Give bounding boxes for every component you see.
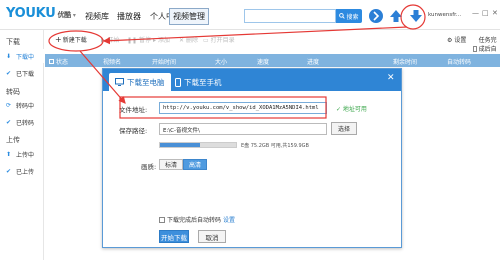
- disk-usage-fill: [160, 143, 201, 147]
- dialog-close-icon[interactable]: ✕: [387, 73, 395, 83]
- tab-label: 下载至手机: [184, 77, 222, 87]
- check-icon: ✔: [6, 118, 12, 126]
- pause-label: 暂停: [138, 37, 151, 44]
- download-icon[interactable]: [408, 8, 424, 24]
- toolbar: +新建下载 ▶ 开始 ❚❚ 暂停 ▸ 添加 ✕ 删除 ▭ 打开目录 ⚙ 设置 任…: [45, 31, 500, 62]
- close-icon[interactable]: ✕: [492, 9, 498, 17]
- tab-download-to-phone[interactable]: 下载至手机: [169, 73, 228, 91]
- delete-button[interactable]: ✕ 删除: [179, 35, 198, 44]
- tab-download-to-pc[interactable]: 下载至电脑: [109, 73, 171, 91]
- phone-icon: [175, 77, 181, 87]
- start-label: 开始: [107, 37, 120, 44]
- path-label: 保存路径:: [119, 127, 148, 135]
- new-download-dialog: 下载至电脑 下载至手机 ✕ 文件地址: http://v.youku.com/v…: [102, 68, 402, 248]
- sidebar-item-label: 已上传: [16, 168, 35, 176]
- auto-transcode-label: 下载完成后自动转码: [167, 217, 222, 224]
- column-header[interactable]: 状态: [49, 57, 68, 66]
- check-icon: ✔: [6, 167, 12, 175]
- start-button[interactable]: ▶ 开始: [101, 35, 120, 44]
- search-button[interactable]: 搜索: [336, 9, 362, 23]
- open-dir-button[interactable]: ▭ 打开目录: [203, 35, 235, 44]
- sidebar-item-downloading[interactable]: ⬇ 下载中: [0, 49, 44, 63]
- download-arrow-icon: ⬇: [6, 52, 12, 60]
- sidebar-section-transcode: 转码: [6, 88, 20, 96]
- column-header[interactable]: 大小: [215, 57, 227, 66]
- url-label: 文件地址:: [119, 106, 148, 114]
- dialog-header: 下载至电脑 下载至手机 ✕: [103, 69, 401, 91]
- url-valid-status: ✓ 地址可用: [336, 106, 367, 113]
- sidebar-item-label: 上传中: [16, 151, 35, 159]
- select-all-checkbox[interactable]: [49, 59, 54, 64]
- column-header[interactable]: 剩余时间: [393, 57, 417, 66]
- check-icon: ✔: [6, 69, 12, 77]
- pause-button[interactable]: ❚❚ 暂停: [127, 35, 151, 44]
- tab-label: 下载至电脑: [127, 77, 165, 87]
- save-path-input[interactable]: E:\C-音视文件\: [159, 123, 327, 135]
- quality-hd-button[interactable]: 高清: [183, 159, 207, 170]
- sidebar-item-transcoding[interactable]: ⟳ 转码中: [0, 98, 44, 112]
- sidebar-item-label: 下载中: [16, 53, 35, 61]
- user-name[interactable]: kunwensfr...: [428, 12, 466, 18]
- tab-video-library[interactable]: 视频库: [82, 10, 112, 23]
- upload-arrow-icon: ⬆: [6, 150, 12, 158]
- quality-sd-button[interactable]: 标清: [159, 159, 183, 170]
- add-label: 添加: [157, 37, 170, 44]
- column-header[interactable]: 速度: [257, 57, 269, 66]
- column-header[interactable]: 自动转码: [447, 57, 471, 66]
- browse-button[interactable]: 选择: [331, 122, 357, 135]
- title-bar: YOUKU 优酷 ▾ 视频库 播放器 个人中心 视频管理 搜索 kunwensfr.…: [0, 0, 500, 30]
- tab-video-management[interactable]: 视频管理: [169, 8, 209, 25]
- monitor-icon: [115, 78, 124, 86]
- sidebar-item-downloaded[interactable]: ✔ 已下载: [0, 66, 44, 80]
- search-input[interactable]: [244, 9, 336, 23]
- url-input[interactable]: http://v.youku.com/v_show/id_XODA1MzA5ND…: [159, 102, 327, 114]
- start-download-button[interactable]: 开始下载: [159, 230, 189, 243]
- disk-usage-bar: [159, 142, 237, 148]
- column-header[interactable]: 开始时间: [152, 57, 176, 66]
- search-icon: [339, 13, 346, 19]
- new-download-label: 新建下载: [62, 37, 87, 44]
- column-header[interactable]: 进度: [307, 57, 319, 66]
- upload-icon[interactable]: [388, 8, 404, 24]
- column-header[interactable]: 视频名: [103, 57, 121, 66]
- table-header: 状态 视频名 开始时间 大小 速度 进度 剩余时间 自动转码: [45, 54, 500, 67]
- auto-transcode-settings-link[interactable]: 设置: [223, 215, 235, 224]
- transcode-icon: ⟳: [6, 101, 12, 109]
- checkbox[interactable]: [159, 216, 165, 223]
- auto-transcode-checkbox[interactable]: 下载完成后自动转码 设置: [159, 215, 235, 224]
- add-button[interactable]: ▸ 添加: [153, 35, 170, 44]
- tab-player[interactable]: 播放器: [114, 10, 144, 23]
- chevron-down-icon: ▾: [72, 12, 76, 19]
- sidebar-item-uploaded[interactable]: ✔ 已上传: [0, 164, 44, 178]
- checkbox[interactable]: [473, 45, 477, 52]
- cancel-button[interactable]: 取消: [198, 230, 226, 243]
- sidebar: 下载 ⬇ 下载中 ✔ 已下载 转码 ⟳ 转码中 ✔ 已转码 上传 ⬆ 上传中 ✔…: [0, 30, 44, 260]
- maximize-icon[interactable]: □: [482, 9, 489, 17]
- quality-label: 画质:: [141, 163, 157, 171]
- new-download-button[interactable]: +新建下载: [55, 35, 87, 44]
- sidebar-item-label: 已转码: [16, 119, 35, 127]
- logo-text: YOUKU: [6, 6, 56, 21]
- sidebar-item-transcoded[interactable]: ✔ 已转码: [0, 115, 44, 129]
- disk-info: E盘 75.2GB 可用,共159.9GB: [241, 143, 309, 149]
- sidebar-item-label: 已下载: [16, 70, 35, 78]
- minimize-icon[interactable]: —: [472, 9, 479, 17]
- sidebar-section-download: 下载: [6, 38, 20, 46]
- settings-label: 设置: [454, 37, 467, 44]
- plus-icon: +: [55, 35, 62, 44]
- gear-icon: ⚙: [447, 37, 453, 44]
- transcode-icon[interactable]: [368, 8, 384, 24]
- column-header-label: 状态: [56, 59, 69, 66]
- delete-label: 删除: [185, 37, 198, 44]
- open-dir-label: 打开目录: [210, 37, 235, 44]
- logo-cn-text: 优酷: [57, 11, 71, 19]
- sidebar-item-uploading[interactable]: ⬆ 上传中: [0, 147, 44, 161]
- search-button-label: 搜索: [346, 13, 359, 21]
- settings-button[interactable]: ⚙ 设置: [447, 35, 466, 44]
- sidebar-item-label: 转码中: [16, 102, 35, 110]
- youku-logo[interactable]: YOUKU 优酷 ▾: [6, 6, 76, 21]
- sidebar-section-upload: 上传: [6, 136, 20, 144]
